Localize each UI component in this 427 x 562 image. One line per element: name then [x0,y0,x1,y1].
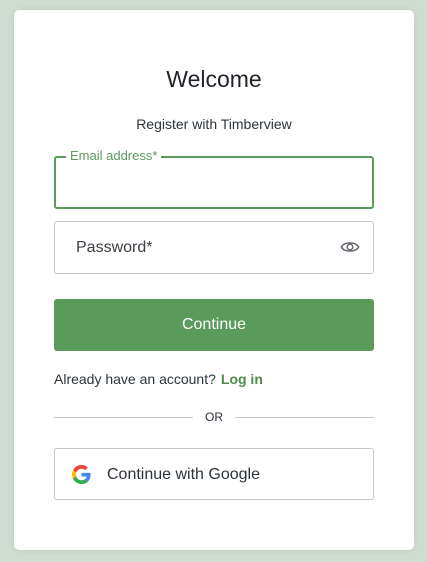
page-subtitle: Register with Timberview [136,116,292,132]
divider-line-left [54,416,193,418]
login-prompt-row: Already have an account? Log in [54,371,263,387]
divider-label: OR [205,410,223,424]
signup-card: Welcome Register with Timberview Email a… [14,10,414,550]
password-input[interactable] [55,222,373,273]
google-button-label: Continue with Google [107,466,260,483]
continue-button[interactable]: Continue [54,299,374,351]
login-prompt-text: Already have an account? [54,371,216,387]
email-field[interactable]: Email address* [54,148,374,209]
google-signin-button[interactable]: Continue with Google [54,448,374,500]
google-icon [72,465,91,484]
divider-line-right [235,416,374,418]
password-field[interactable] [54,221,374,274]
login-link[interactable]: Log in [221,371,263,387]
eye-icon[interactable] [340,239,360,255]
or-divider: OR [54,409,374,425]
page-title: Welcome [166,66,262,92]
email-input[interactable] [56,158,372,207]
